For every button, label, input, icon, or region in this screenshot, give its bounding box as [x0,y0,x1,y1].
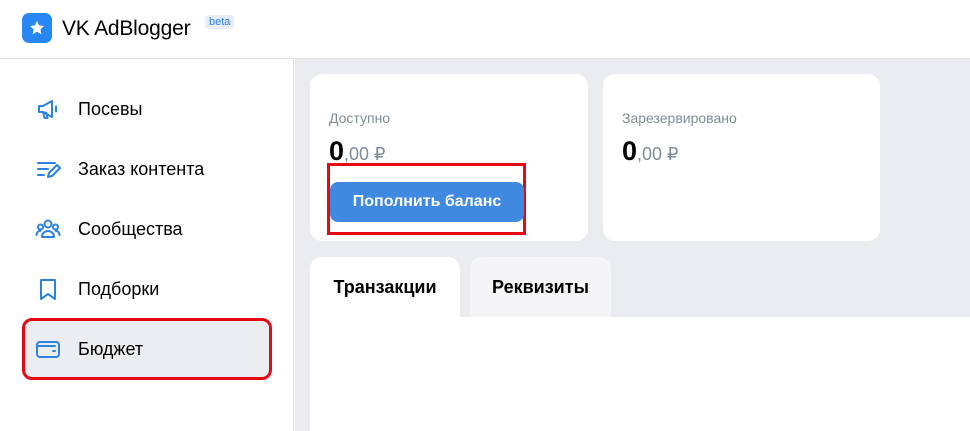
edit-lines-icon [34,155,62,183]
reserved-amount: 0,00 ₽ [622,136,679,167]
sidebar: Посевы Заказ контента Сообщества Подборк… [0,59,294,431]
app-title[interactable]: VK AdBlogger [62,17,191,41]
tab-content-panel [310,317,970,431]
bookmark-icon [34,275,62,303]
sidebar-item-collections[interactable]: Подборки [24,260,270,318]
sidebar-item-label: Сообщества [78,218,183,239]
reserved-balance-card: Зарезервировано 0,00 ₽ [603,74,880,241]
sidebar-item-label: Посевы [78,98,143,119]
tab-transactions[interactable]: Транзакции [310,257,460,317]
reserved-amount-integer: 0 [622,136,638,166]
sidebar-item-content-order[interactable]: Заказ контента [24,140,270,198]
beta-badge: beta [205,15,235,29]
sidebar-item-label: Подборки [78,278,160,299]
available-amount-fraction: ,00 ₽ [344,144,386,164]
available-amount-integer: 0 [329,136,345,166]
app-header: VK AdBlogger beta [0,0,970,59]
star-logo-icon[interactable] [22,13,52,43]
available-label: Доступно [329,110,391,126]
wallet-icon [34,335,62,363]
sidebar-item-label: Бюджет [78,338,144,359]
reserved-amount-fraction: ,00 ₽ [637,144,679,164]
sidebar-item-communities[interactable]: Сообщества [24,200,270,258]
available-balance-card: Доступно 0,00 ₽ Пополнить баланс [310,74,588,241]
sidebar-item-label: Заказ контента [78,158,205,179]
main-content: Доступно 0,00 ₽ Пополнить баланс Зарезер… [295,59,970,431]
topup-balance-button[interactable]: Пополнить баланс [330,182,524,222]
sidebar-item-budget[interactable]: Бюджет [22,318,272,380]
tab-requisites[interactable]: Реквизиты [470,257,611,317]
sidebar-item-posevy[interactable]: Посевы [24,80,270,138]
reserved-label: Зарезервировано [622,110,737,126]
users-icon [34,215,62,243]
megaphone-icon [34,95,62,123]
